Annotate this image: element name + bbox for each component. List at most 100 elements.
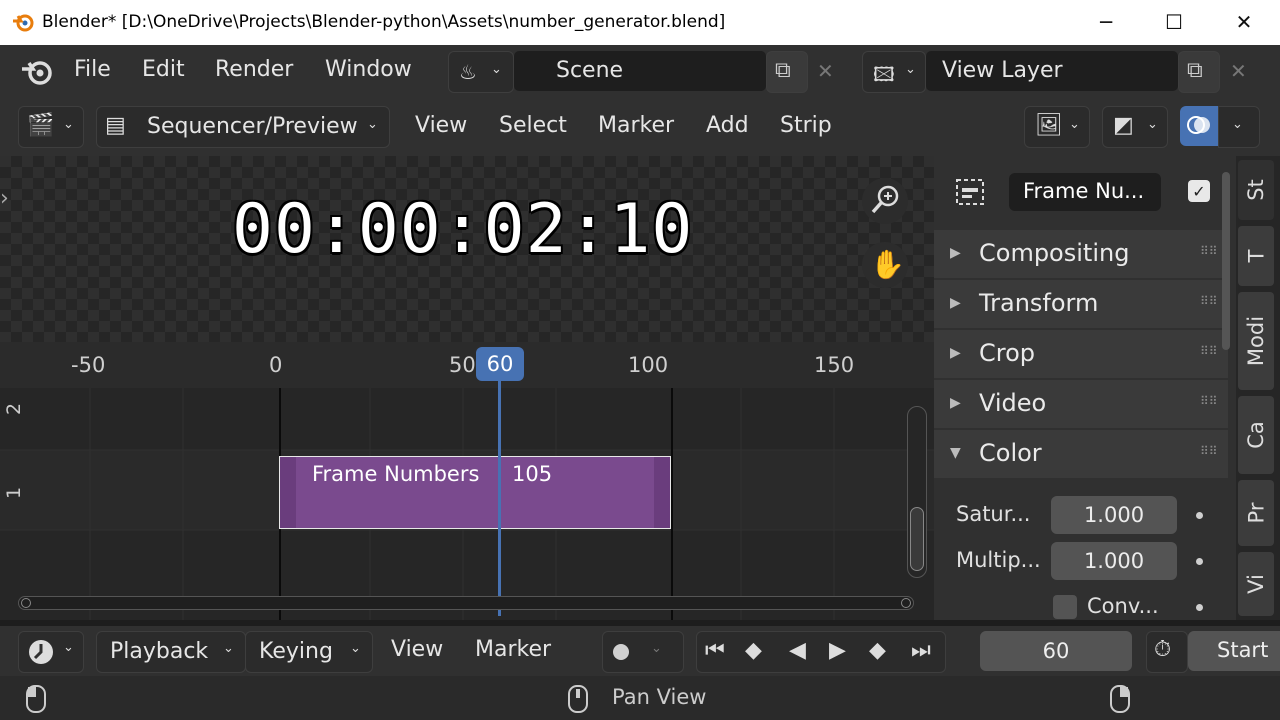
chevron-down-icon: ⌄ <box>1232 117 1243 132</box>
tab-label: Ca <box>1243 421 1268 449</box>
overlays-dropdown-button[interactable]: ⌄ <box>1218 106 1260 148</box>
new-scene-button[interactable]: ⧉ <box>766 51 808 93</box>
drag-grip-icon[interactable]: ⠿⠿ <box>1200 444 1218 458</box>
editor-type-button[interactable]: 🎬 ⌄ <box>18 106 84 148</box>
scrollbar-handle-left[interactable] <box>21 598 31 608</box>
minimize-button[interactable]: ─ <box>1086 8 1126 36</box>
mouse-left-icon <box>24 684 48 718</box>
sequencer-header: 🎬 ⌄ ▤ Sequencer/Preview ⌄ View Select Ma… <box>0 98 1280 156</box>
zoom-view-button[interactable] <box>862 178 908 224</box>
timeline-menu-view[interactable]: View <box>391 637 443 662</box>
window-titlebar: Blender* [D:\OneDrive\Projects\Blender-p… <box>0 0 1280 45</box>
menu-window[interactable]: Window <box>325 57 412 82</box>
menu-edit[interactable]: Edit <box>142 57 185 82</box>
strip-left-handle[interactable] <box>280 457 296 528</box>
delete-scene-icon[interactable]: ✕ <box>817 59 834 83</box>
menu-view[interactable]: View <box>415 113 467 138</box>
tab-strip[interactable]: St <box>1238 160 1274 220</box>
auto-keying-button[interactable]: ⌄ <box>602 631 684 673</box>
drag-grip-icon[interactable]: ⠿⠿ <box>1200 344 1218 358</box>
view-type-label: Sequencer/Preview <box>147 114 358 139</box>
duplicate-icon: ⧉ <box>775 58 791 83</box>
blender-menu-icon[interactable] <box>20 57 54 91</box>
drag-grip-icon[interactable]: ⠿⠿ <box>1200 294 1218 308</box>
scrollbar-handle-right[interactable] <box>901 598 911 608</box>
menu-add[interactable]: Add <box>706 113 749 138</box>
tab-modifiers[interactable]: Modi <box>1238 292 1274 390</box>
display-channel-button[interactable]: ◩ ⌄ <box>1102 106 1168 148</box>
scrollbar-thumb[interactable] <box>910 507 924 571</box>
strip-right-handle[interactable] <box>654 457 670 528</box>
scene-name-field[interactable]: Scene <box>514 51 766 91</box>
scene-name: Scene <box>556 58 624 83</box>
keyframe-dot-icon[interactable] <box>1196 604 1203 611</box>
close-window-button[interactable]: ✕ <box>1224 8 1264 36</box>
strip-type-icon <box>954 176 986 212</box>
sidebar-scrollbar[interactable] <box>1222 172 1230 350</box>
jump-end-icon[interactable]: ⏭ <box>911 638 931 663</box>
preview-timecode: 00:00:02:10 <box>232 190 694 269</box>
timeline-editor-type-button[interactable]: ⌄ <box>18 631 84 673</box>
menu-marker[interactable]: Marker <box>598 113 674 138</box>
vertical-scrollbar[interactable] <box>907 406 927 578</box>
menu-select[interactable]: Select <box>499 113 567 138</box>
status-bar: Pan View <box>0 676 1280 720</box>
play-reverse-icon[interactable]: ◀ <box>789 638 806 663</box>
view-layer-name: View Layer <box>942 58 1063 83</box>
tab-tool[interactable]: T <box>1238 226 1274 286</box>
image-icon: 🖼 <box>1035 113 1063 138</box>
maximize-button[interactable]: ☐ <box>1154 8 1194 36</box>
overlays-icon <box>1186 112 1212 142</box>
keyframe-dot-icon[interactable] <box>1196 558 1203 565</box>
clock-icon <box>27 638 55 670</box>
new-view-layer-button[interactable]: ⧉ <box>1178 51 1220 93</box>
keying-dropdown[interactable]: Keying ⌄ <box>245 631 373 673</box>
current-frame-field[interactable]: 60 <box>980 631 1132 671</box>
drag-grip-icon[interactable]: ⠿⠿ <box>1200 394 1218 408</box>
horizontal-scrollbar[interactable] <box>18 596 914 610</box>
zoom-icon <box>870 184 900 220</box>
prev-keyframe-icon[interactable]: ◆ <box>745 638 762 663</box>
view-layer-name-field[interactable]: View Layer <box>926 51 1178 91</box>
hand-icon: ✋ <box>870 248 905 281</box>
pan-view-button[interactable]: ✋ <box>862 242 908 288</box>
scene-selector-button[interactable]: ♨ ⌄ <box>448 51 514 93</box>
use-preview-range-button[interactable]: ⏱ <box>1146 631 1188 673</box>
toolbar-expand-icon[interactable]: › <box>0 186 9 211</box>
expand-arrow-icon: ▶ <box>950 345 961 361</box>
playback-dropdown[interactable]: Playback ⌄ <box>96 631 246 673</box>
next-keyframe-icon[interactable]: ◆ <box>869 638 886 663</box>
menu-strip[interactable]: Strip <box>780 113 832 138</box>
strip-name-value: Frame Nu... <box>1023 179 1145 203</box>
playhead-line[interactable] <box>498 348 501 616</box>
keyframe-dot-icon[interactable] <box>1196 512 1203 519</box>
view-type-dropdown[interactable]: ▤ Sequencer/Preview ⌄ <box>96 106 390 148</box>
view-layer-selector-button[interactable]: 🖾 ⌄ <box>862 51 926 93</box>
tab-view[interactable]: Vi <box>1238 552 1274 616</box>
menu-render[interactable]: Render <box>215 57 293 82</box>
jump-start-icon[interactable]: ⏮ <box>705 638 725 663</box>
display-mode-button[interactable]: 🖼 ⌄ <box>1024 106 1090 148</box>
tab-proxy[interactable]: Pr <box>1238 480 1274 546</box>
convert-float-checkbox[interactable] <box>1053 595 1077 619</box>
strip-mute-checkbox[interactable]: ✓ <box>1188 180 1210 202</box>
panel-label: Compositing <box>979 239 1130 267</box>
tab-label: St <box>1243 179 1268 201</box>
tab-label: Vi <box>1244 574 1268 594</box>
playback-label: Playback <box>110 639 209 664</box>
ruler-tick-label: 50 <box>449 353 476 377</box>
strip-name-field[interactable]: Frame Nu... <box>1009 173 1161 211</box>
play-icon[interactable]: ▶ <box>829 638 846 663</box>
timeline-menu-marker[interactable]: Marker <box>475 637 551 662</box>
sequence-strip[interactable]: Frame Numbers 105 <box>279 456 671 529</box>
expand-arrow-icon: ▶ <box>950 295 961 311</box>
overlays-toggle-button[interactable] <box>1180 106 1218 146</box>
tab-cache[interactable]: Ca <box>1238 396 1274 474</box>
start-frame-field[interactable]: Start <box>1188 631 1280 671</box>
drag-grip-icon[interactable]: ⠿⠿ <box>1200 244 1218 258</box>
multiply-field[interactable]: 1.000 <box>1051 542 1177 580</box>
menu-file[interactable]: File <box>74 57 111 82</box>
delete-view-layer-icon[interactable]: ✕ <box>1230 59 1247 83</box>
playhead-frame-indicator[interactable]: 60 <box>476 347 524 381</box>
saturation-field[interactable]: 1.000 <box>1051 496 1177 534</box>
